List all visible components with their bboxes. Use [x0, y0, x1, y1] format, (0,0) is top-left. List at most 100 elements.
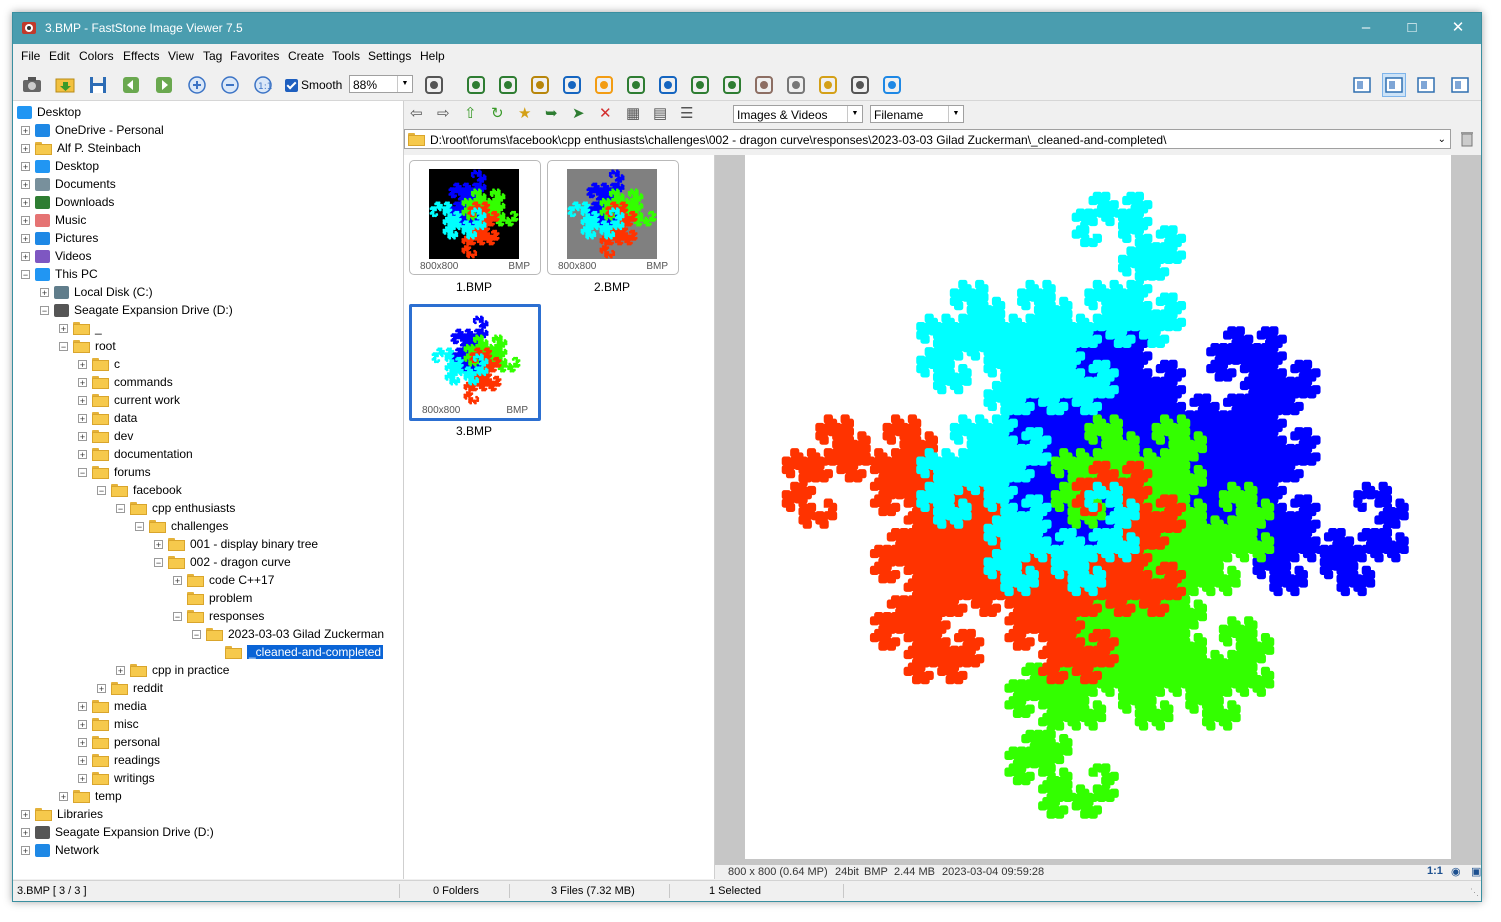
email-icon[interactable] [817, 74, 839, 96]
menu-favorites[interactable]: Favorites [230, 49, 279, 63]
tree-node[interactable]: + c [78, 355, 120, 373]
recycle-bin-icon[interactable] [1458, 130, 1476, 148]
move-to-icon[interactable]: ➤ [572, 104, 585, 122]
thumbnail-filename[interactable]: 3.BMP [409, 424, 539, 438]
tree-node[interactable]: + code C++17 [173, 571, 274, 589]
expand-icon[interactable]: + [59, 792, 68, 802]
tree-node[interactable]: problem [187, 589, 252, 607]
actual-size-icon[interactable]: 1:1 [252, 74, 274, 96]
back-icon[interactable] [120, 74, 142, 96]
menu-colors[interactable]: Colors [79, 49, 114, 63]
expand-icon[interactable]: + [116, 666, 125, 676]
expand-icon[interactable]: + [78, 396, 87, 406]
tree-node[interactable]: + media [78, 697, 147, 715]
tree-node[interactable]: + Seagate Expansion Drive (D:) [21, 823, 214, 841]
copy-to-icon[interactable]: ➥ [545, 104, 558, 122]
sort-select[interactable]: Filename ▼ [870, 105, 964, 123]
crop-icon[interactable] [529, 74, 551, 96]
expand-icon[interactable]: + [78, 774, 87, 784]
forward-arrow-icon[interactable]: ⇨ [437, 104, 450, 122]
image-upload-icon[interactable] [497, 74, 519, 96]
expand-icon[interactable]: + [21, 252, 30, 262]
menu-effects[interactable]: Effects [123, 49, 159, 63]
expand-icon[interactable]: + [21, 126, 30, 136]
tree-node[interactable]: _cleaned-and-completed [225, 643, 385, 661]
expand-icon[interactable]: + [78, 702, 87, 712]
expand-icon[interactable]: + [21, 198, 30, 208]
refresh-folder-icon[interactable]: ↻ [491, 104, 504, 122]
tree-node[interactable]: + current work [78, 391, 180, 409]
tree-node[interactable]: − This PC [21, 265, 98, 283]
delete-icon[interactable]: ✕ [599, 104, 612, 122]
file-type-filter[interactable]: Images & Videos ▼ [733, 105, 863, 123]
save-icon[interactable] [87, 74, 109, 96]
maximize-button[interactable]: □ [1389, 13, 1435, 44]
selection-icon[interactable] [423, 74, 445, 96]
resize-icon[interactable] [561, 74, 583, 96]
face-icon[interactable] [625, 74, 647, 96]
expand-icon[interactable]: + [21, 846, 30, 856]
open-folder-icon[interactable] [54, 74, 76, 96]
thumbnails-view-icon[interactable]: ▦ [626, 104, 640, 122]
thumbnail-item[interactable]: 800x800 BMP [547, 160, 679, 275]
tree-node[interactable]: + misc [78, 715, 139, 733]
expand-icon[interactable]: + [173, 576, 182, 586]
tree-node[interactable]: + Downloads [21, 193, 114, 211]
tree-node[interactable]: + documentation [78, 445, 193, 463]
thumbnail-filename[interactable]: 2.BMP [547, 280, 677, 294]
expand-icon[interactable]: + [78, 720, 87, 730]
expand-icon[interactable]: + [78, 432, 87, 442]
back-arrow-icon[interactable]: ⇦ [410, 104, 423, 122]
menu-settings[interactable]: Settings [368, 49, 411, 63]
wallpaper-icon[interactable] [881, 74, 903, 96]
tree-node[interactable]: + writings [78, 769, 155, 787]
compare-icon[interactable] [465, 74, 487, 96]
zoom-out-icon[interactable] [219, 74, 241, 96]
title-bar[interactable]: 3.BMP - FastStone Image Viewer 7.5 – □ ✕ [13, 13, 1481, 44]
tree-node[interactable]: + data [78, 409, 137, 427]
collapse-icon[interactable]: − [154, 558, 163, 568]
menu-create[interactable]: Create [288, 49, 324, 63]
expand-icon[interactable]: + [78, 414, 87, 424]
tree-node[interactable]: − 2023-03-03 Gilad Zuckerman [192, 625, 384, 643]
smooth-checkbox[interactable]: Smooth [285, 78, 342, 92]
tree-node[interactable]: − Seagate Expansion Drive (D:) [40, 301, 233, 319]
collapse-icon[interactable]: − [78, 468, 87, 478]
menu-tag[interactable]: Tag [203, 49, 222, 63]
menu-tools[interactable]: Tools [332, 49, 360, 63]
menu-file[interactable]: File [21, 49, 40, 63]
tree-node[interactable]: − root [59, 337, 116, 355]
tree-node[interactable]: − 002 - dragon curve [154, 553, 291, 571]
expand-icon[interactable]: + [78, 450, 87, 460]
expand-icon[interactable]: + [59, 324, 68, 334]
tree-node[interactable]: + Local Disk (C:) [40, 283, 153, 301]
menu-edit[interactable]: Edit [49, 49, 70, 63]
draw-icon[interactable] [785, 74, 807, 96]
tree-node[interactable]: + readings [78, 751, 160, 769]
fit-icon[interactable]: ◉ [1451, 865, 1461, 878]
expand-icon[interactable]: + [78, 360, 87, 370]
zoom-select[interactable]: 88% ▼ [349, 75, 413, 93]
tree-node[interactable]: + Documents [21, 175, 116, 193]
frame-icon[interactable] [753, 74, 775, 96]
expand-icon[interactable]: + [21, 216, 30, 226]
expand-icon[interactable]: + [78, 756, 87, 766]
list-view-icon[interactable]: ☰ [680, 104, 693, 122]
expand-icon[interactable]: + [21, 828, 30, 838]
camera-icon[interactable] [21, 74, 43, 96]
folder-tree[interactable]: Desktop + OneDrive - Personal + Alf P. Stein… [13, 101, 404, 879]
expand-icon[interactable]: + [21, 180, 30, 190]
expand-icon[interactable]: + [78, 738, 87, 748]
tree-node[interactable]: + Desktop [21, 157, 99, 175]
tree-node[interactable]: + Libraries [21, 805, 103, 823]
fullscreen-icon[interactable] [1449, 74, 1471, 96]
tree-node[interactable]: + Videos [21, 247, 91, 265]
layout-split-icon[interactable] [1382, 73, 1406, 97]
expand-icon[interactable]: + [97, 684, 106, 694]
tree-node[interactable]: − cpp enthusiasts [116, 499, 235, 517]
thumbnail-filename[interactable]: 1.BMP [409, 280, 539, 294]
details-view-icon[interactable]: ▤ [653, 104, 667, 122]
thumbnail-item[interactable]: 800x800 BMP [409, 304, 541, 421]
resize-grip-icon[interactable]: ⋱ [1470, 887, 1479, 898]
zoom-in-icon[interactable] [186, 74, 208, 96]
